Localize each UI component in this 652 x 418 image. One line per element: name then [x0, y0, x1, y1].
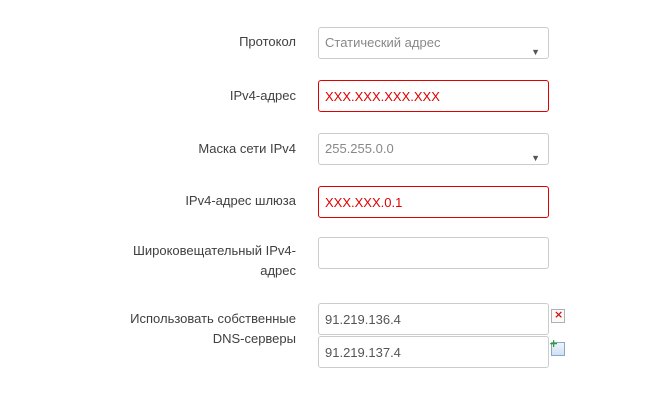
ipv4-broadcast-label-line1: Широковещательный IPv4- — [132, 243, 296, 258]
ipv4-broadcast-label: Широковещательный IPv4- адрес — [133, 241, 296, 281]
dns-server-input-2[interactable] — [318, 336, 549, 368]
ipv4-address-input[interactable] — [318, 80, 549, 112]
chevron-down-icon: ▼ — [531, 153, 540, 163]
ipv4-broadcast-input[interactable] — [318, 237, 549, 269]
chevron-down-icon: ▼ — [531, 47, 540, 57]
ipv4-broadcast-label-line2: адрес — [260, 263, 296, 278]
ipv4-gateway-label: IPv4-адрес шлюза — [185, 193, 296, 208]
ipv4-netmask-label: Маска сети IPv4 — [198, 141, 296, 156]
protocol-select[interactable]: Статический адрес ▼ — [318, 27, 549, 59]
ipv4-netmask-value: 255.255.0.0 — [325, 141, 394, 156]
ipv4-gateway-input[interactable] — [318, 186, 549, 218]
dns-label-line1: Использовать собственные — [130, 311, 296, 326]
add-icon[interactable]: + — [549, 337, 565, 356]
protocol-label: Протокол — [239, 34, 296, 49]
remove-icon[interactable]: × — [551, 308, 565, 323]
protocol-value: Статический адрес — [325, 35, 441, 50]
ipv4-address-label: IPv4-адрес — [229, 88, 296, 103]
dns-server-input-1[interactable] — [318, 303, 549, 335]
dns-label: Использовать собственные DNS-серверы — [130, 309, 296, 349]
dns-label-line2: DNS-серверы — [212, 331, 296, 346]
ipv4-netmask-select[interactable]: 255.255.0.0 ▼ — [318, 133, 549, 165]
